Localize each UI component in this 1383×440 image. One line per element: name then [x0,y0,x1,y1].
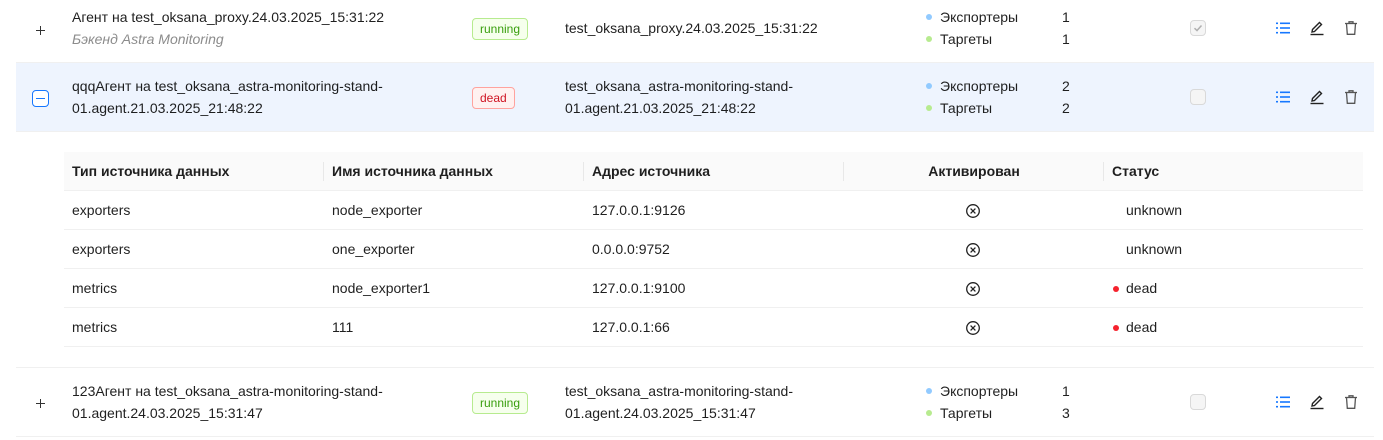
expand-row-button[interactable] [32,22,49,39]
cell-address: 127.0.0.1:66 [592,319,670,335]
cell-address: 0.0.0.0:9752 [592,241,670,257]
targets-count: 2 [1062,100,1070,116]
unordered-list-icon[interactable] [1274,88,1292,106]
trash-icon[interactable] [1342,393,1360,411]
status-dot [1113,286,1119,292]
cell-type: exporters [72,241,131,257]
col-separator [323,162,324,181]
x-circle-icon [966,243,980,257]
row-actions [1274,393,1364,411]
status-badge: dead [472,87,515,109]
col-separator [1103,162,1104,181]
agent-checkbox[interactable] [1190,89,1206,105]
targets-label: Таргеты [940,405,993,421]
edit-pencil-icon[interactable] [1308,88,1326,106]
trash-icon[interactable] [1342,88,1360,106]
col-header-status: Статус [1112,163,1160,179]
cell-status: unknown [1126,202,1183,218]
cell-name: node_exporter [332,202,423,218]
exporters-count: 1 [1062,9,1070,25]
col-header-address: Адрес источника [592,163,711,179]
cell-status: dead [1126,319,1158,335]
col-header-name: Имя источника данных [332,163,493,179]
agent-name-cell: Агент на test_oksana_proxy.24.03.2025_15… [72,6,402,50]
cell-type: exporters [72,202,131,218]
col-separator [583,162,584,181]
exporters-dot [926,14,932,20]
cell-name: one_exporter [332,241,415,257]
cell-name: 111 [332,319,354,335]
row-actions [1274,88,1364,106]
agent-name: 123Агент на test_oksana_astra-monitoring… [72,383,383,421]
agent-counts: Экспортеры 1 Таргеты 3 [926,380,1086,424]
edit-pencil-icon[interactable] [1308,19,1326,37]
edit-pencil-icon[interactable] [1308,393,1326,411]
agent-name: qqqАгент на test_oksana_astra-monitoring… [72,78,383,116]
agent-counts: Экспортеры 2 Таргеты 2 [926,75,1086,119]
exporters-count: 1 [1062,383,1070,399]
exporters-dot [926,83,932,89]
trash-icon[interactable] [1342,19,1360,37]
table-row: exporters node_exporter 127.0.0.1:9126 u… [64,191,1363,230]
agent-name: Агент на test_oksana_proxy.24.03.2025_15… [72,9,385,25]
targets-label: Таргеты [940,100,993,116]
collapse-row-button[interactable] [32,90,49,107]
agent-host: test_oksana_proxy.24.03.2025_15:31:22 [565,20,818,36]
agent-row: 123Агент на test_oksana_astra-monitoring… [16,368,1374,437]
col-header-type: Тип источника данных [72,163,230,179]
expand-row-button[interactable] [32,395,49,412]
exporters-dot [926,388,932,394]
minus-icon [36,98,45,99]
col-header-activated: Активирован [928,163,1020,179]
table-row: metrics node_exporter1 127.0.0.1:9100 de… [64,269,1363,308]
targets-count: 3 [1062,405,1070,421]
plus-icon-vertical [40,26,41,35]
targets-dot [926,410,932,416]
cell-status: unknown [1126,241,1183,257]
table-row: metrics 111 127.0.0.1:66 dead [64,308,1363,347]
subtable-header: Тип источника данных Имя источника данны… [64,152,1363,191]
cell-status: dead [1126,280,1158,296]
agent-checkbox[interactable] [1190,394,1206,410]
cell-type: metrics [72,319,118,335]
status-badge: running [472,392,529,414]
status-badge: running [472,18,529,40]
agent-checkbox[interactable] [1190,20,1206,36]
status-dot [1113,325,1119,331]
targets-dot [926,36,932,42]
datasource-subtable: Тип источника данных Имя источника данны… [64,152,1363,347]
agent-subtitle: Бэкенд Astra Monitoring [72,31,224,47]
agent-counts: Экспортеры 1 Таргеты 1 [926,6,1086,50]
exporters-label: Экспортеры [940,383,1019,399]
exporters-count: 2 [1062,78,1070,94]
row-actions [1274,19,1364,37]
plus-icon-vertical [40,399,41,408]
agent-row: Агент на test_oksana_proxy.24.03.2025_15… [16,0,1374,63]
check-icon [1193,24,1203,32]
targets-dot [926,105,932,111]
x-circle-icon [966,321,980,335]
cell-address: 127.0.0.1:9126 [592,202,686,218]
cell-name: node_exporter1 [332,280,431,296]
cell-type: metrics [72,280,118,296]
targets-count: 1 [1062,31,1070,47]
agent-host: test_oksana_astra-monitoring-stand-01.ag… [565,383,794,421]
targets-label: Таргеты [940,31,993,47]
agent-host: test_oksana_astra-monitoring-stand-01.ag… [565,78,794,116]
cell-address: 127.0.0.1:9100 [592,280,686,296]
agent-row-expanded: qqqАгент на test_oksana_astra-monitoring… [16,63,1374,132]
exporters-label: Экспортеры [940,9,1019,25]
exporters-label: Экспортеры [940,78,1019,94]
unordered-list-icon[interactable] [1274,393,1292,411]
table-row: exporters one_exporter 0.0.0.0:9752 unkn… [64,230,1363,269]
x-circle-icon [966,282,980,296]
x-circle-icon [966,204,980,218]
unordered-list-icon[interactable] [1274,19,1292,37]
